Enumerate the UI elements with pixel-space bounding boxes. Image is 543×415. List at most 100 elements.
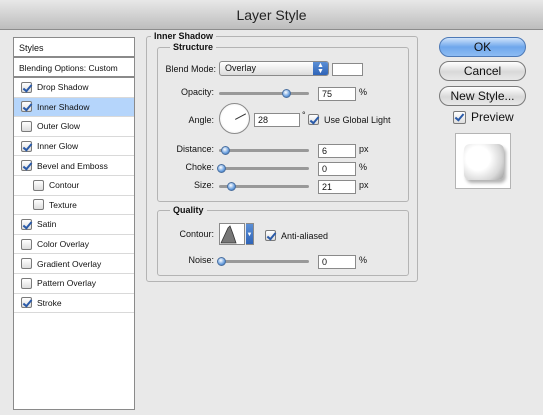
anti-aliased-checkbox[interactable] (265, 230, 276, 241)
style-checkbox[interactable] (21, 140, 32, 152)
style-item-stroke[interactable]: Stroke (14, 294, 134, 314)
choke-input[interactable]: 0 (318, 162, 356, 176)
style-item-bevel-and-emboss[interactable]: Bevel and Emboss (14, 156, 134, 176)
new-style-button[interactable]: New Style... (439, 86, 526, 106)
style-item-texture[interactable]: Texture (14, 196, 134, 216)
anti-aliased-label: Anti-aliased (281, 230, 329, 241)
preview-checkbox[interactable] (453, 110, 466, 124)
size-label: Size: (193, 180, 214, 190)
style-item-label: Drop Shadow (37, 82, 89, 93)
structure-title: Structure (170, 42, 217, 52)
noise-input[interactable]: 0 (318, 255, 356, 269)
style-item-label: Inner Shadow (37, 101, 90, 112)
style-item-label: Bevel and Emboss (37, 160, 108, 171)
choke-unit: % (359, 162, 368, 172)
style-checkbox[interactable] (21, 120, 32, 132)
blend-mode-label: Blend Mode: (165, 64, 216, 74)
blend-mode-select[interactable]: Overlay ▲ ▼ (219, 61, 329, 76)
opacity-unit: % (359, 87, 368, 97)
angle-unit: ° (302, 110, 306, 120)
cancel-button[interactable]: Cancel (439, 61, 526, 81)
size-unit: px (359, 180, 369, 190)
angle-input[interactable]: 28 (254, 113, 300, 127)
shadow-color-swatch[interactable] (332, 63, 363, 76)
choke-slider-thumb[interactable] (217, 164, 226, 173)
inner-shadow-group: Inner Shadow Structure Blend Mode: Overl… (146, 31, 418, 282)
style-item-inner-shadow[interactable]: Inner Shadow (14, 97, 134, 118)
dialog-body: Styles Blending Options: Custom Drop Sha… (0, 30, 543, 415)
use-global-light-label: Use Global Light (324, 114, 391, 125)
style-item-pattern-overlay[interactable]: Pattern Overlay (14, 274, 134, 294)
angle-dial-icon[interactable] (219, 103, 250, 134)
style-item-label: Texture (49, 199, 77, 210)
blending-options-item[interactable]: Blending Options: Custom (14, 58, 134, 78)
style-item-label: Contour (49, 180, 80, 191)
ok-button[interactable]: OK (439, 37, 526, 57)
style-checkbox[interactable] (21, 218, 32, 230)
distance-input[interactable]: 6 (318, 144, 356, 158)
style-item-drop-shadow[interactable]: Drop Shadow (14, 78, 134, 98)
style-checkbox[interactable] (21, 258, 32, 270)
window-title: Layer Style (236, 7, 307, 23)
preview-swatch (464, 144, 504, 180)
size-slider[interactable] (219, 182, 309, 191)
contour-label: Contour: (179, 229, 214, 239)
style-preview (455, 133, 511, 189)
style-item-contour[interactable]: Contour (14, 176, 134, 196)
opacity-input[interactable]: 75 (318, 87, 356, 101)
use-global-light-option[interactable]: Use Global Light (308, 114, 391, 125)
style-checkbox[interactable] (21, 277, 32, 289)
style-item-color-overlay[interactable]: Color Overlay (14, 235, 134, 255)
style-item-label: Inner Glow (37, 141, 79, 152)
style-item-label: Stroke (37, 297, 62, 308)
size-slider-thumb[interactable] (227, 182, 236, 191)
style-item-outer-glow[interactable]: Outer Glow (14, 117, 134, 137)
style-item-label: Outer Glow (37, 121, 80, 132)
style-checkbox[interactable] (21, 238, 32, 250)
style-item-label: Gradient Overlay (37, 258, 102, 269)
style-checkbox[interactable] (21, 81, 32, 93)
opacity-label: Opacity: (180, 87, 214, 97)
style-item-label: Color Overlay (37, 239, 89, 250)
noise-label: Noise: (188, 255, 214, 265)
style-checkbox[interactable] (21, 101, 32, 113)
inner-shadow-title: Inner Shadow (151, 31, 217, 41)
contour-dropdown-arrow[interactable]: ▼ (246, 223, 254, 245)
opacity-slider-thumb[interactable] (281, 89, 291, 98)
style-checkbox[interactable] (33, 179, 44, 191)
quality-title: Quality (170, 205, 207, 215)
preview-label: Preview (471, 110, 514, 124)
noise-slider[interactable] (217, 257, 309, 266)
distance-slider-thumb[interactable] (221, 146, 230, 155)
style-checkbox[interactable] (33, 199, 44, 211)
styles-list: Styles Blending Options: Custom Drop Sha… (13, 37, 135, 410)
window-titlebar: Layer Style (0, 0, 543, 30)
opacity-slider[interactable] (219, 89, 309, 98)
style-item-inner-glow[interactable]: Inner Glow (14, 137, 134, 157)
style-item-satin[interactable]: Satin (14, 215, 134, 235)
choke-label: Choke: (185, 162, 214, 172)
styles-header[interactable]: Styles (14, 38, 134, 58)
use-global-light-checkbox[interactable] (308, 114, 319, 125)
style-item-label: Pattern Overlay (37, 278, 97, 289)
anti-aliased-option[interactable]: Anti-aliased (265, 230, 328, 241)
style-item-gradient-overlay[interactable]: Gradient Overlay (14, 254, 134, 274)
noise-slider-thumb[interactable] (217, 257, 226, 266)
preview-option[interactable]: Preview (453, 110, 514, 124)
noise-unit: % (359, 255, 368, 265)
distance-unit: px (359, 144, 369, 154)
chevron-updown-icon: ▲ ▼ (313, 62, 328, 75)
style-item-label: Satin (37, 219, 57, 230)
size-input[interactable]: 21 (318, 180, 356, 194)
angle-needle (235, 113, 247, 120)
angle-label: Angle: (188, 115, 214, 125)
style-checkbox[interactable] (21, 297, 32, 309)
style-checkbox[interactable] (21, 160, 32, 172)
contour-preview-icon[interactable] (219, 223, 245, 245)
choke-slider[interactable] (217, 164, 309, 173)
contour-curve-icon (220, 225, 237, 244)
distance-slider[interactable] (219, 146, 309, 155)
blend-mode-value: Overlay (225, 63, 257, 73)
structure-group: Structure Blend Mode: Overlay ▲ ▼ Opacity… (157, 42, 409, 202)
distance-label: Distance: (176, 144, 214, 154)
